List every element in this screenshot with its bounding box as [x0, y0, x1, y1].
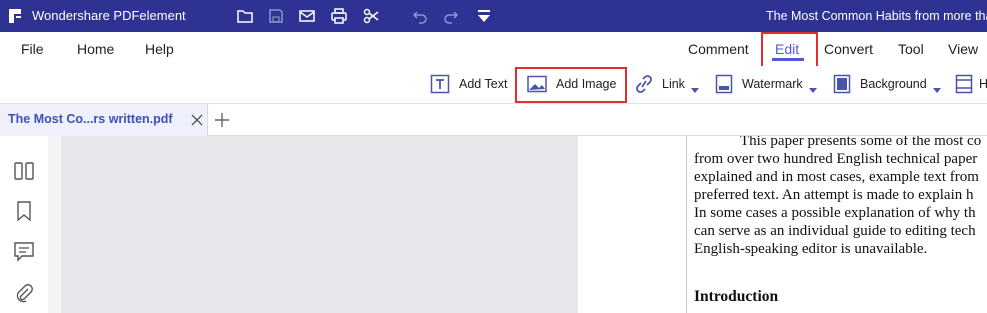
watermark-icon	[715, 74, 733, 94]
chevron-down-icon	[808, 87, 817, 93]
document-text-line: explained and in most cases, example tex…	[694, 169, 979, 185]
document-tab-label: The Most Co...rs written.pdf	[8, 112, 173, 126]
pdfelement-logo-icon	[9, 9, 21, 23]
thumbnails-icon[interactable]	[13, 160, 35, 182]
chevron-down-icon	[690, 87, 699, 93]
close-icon[interactable]	[190, 113, 204, 127]
app-title: Wondershare PDFelement	[32, 8, 186, 23]
menu-home[interactable]: Home	[77, 40, 114, 58]
link-icon	[636, 75, 652, 93]
title-bar: Wondershare PDFelement The Most Common H…	[0, 0, 987, 32]
link-button[interactable]: Link	[635, 72, 699, 96]
print-icon[interactable]	[330, 7, 348, 25]
tab-view[interactable]: View	[948, 40, 978, 58]
document-title: The Most Common Habits from more than	[766, 9, 987, 23]
document-canvas	[61, 136, 578, 313]
menu-file[interactable]: File	[21, 40, 44, 58]
menu-bar: File Home Help Comment Edit Convert Tool…	[0, 32, 987, 66]
menu-help[interactable]: Help	[145, 40, 174, 58]
add-text-button[interactable]: Add Text	[430, 72, 507, 96]
tab-tool[interactable]: Tool	[898, 40, 924, 58]
left-sidebar	[0, 136, 48, 313]
document-text-line: preferred text. An attempt is made to ex…	[694, 187, 974, 203]
add-image-highlight-box	[515, 67, 627, 103]
redo-icon[interactable]	[442, 7, 460, 25]
header-footer-icon	[955, 74, 973, 94]
undo-icon[interactable]	[411, 7, 429, 25]
document-text-line: from over two hundred English technical …	[694, 151, 978, 167]
document-text-line: In some cases a possible explanation of …	[694, 205, 976, 221]
scissors-icon[interactable]	[362, 7, 380, 25]
save-icon[interactable]	[267, 7, 285, 25]
background-icon	[833, 74, 851, 94]
email-icon[interactable]	[298, 7, 316, 25]
document-text-line: This paper presents some of the most co	[740, 136, 982, 149]
text-box-icon	[430, 74, 450, 94]
canvas-margin	[578, 136, 687, 313]
chevron-down-icon	[932, 87, 941, 93]
header-footer-label: H	[979, 77, 987, 91]
link-label: Link	[662, 77, 685, 91]
add-tab-icon[interactable]	[214, 112, 230, 128]
pdf-page[interactable]: This paper presents some of the most co …	[687, 136, 987, 313]
tab-convert[interactable]: Convert	[824, 40, 873, 58]
document-text-line: English-speaking editor is unavailable.	[694, 241, 928, 257]
document-tab-bar: The Most Co...rs written.pdf	[0, 104, 987, 136]
attachment-icon[interactable]	[13, 282, 35, 304]
document-tab[interactable]: The Most Co...rs written.pdf	[0, 104, 208, 136]
watermark-button[interactable]: Watermark	[715, 72, 817, 96]
tab-comment[interactable]: Comment	[688, 40, 749, 58]
bookmark-icon[interactable]	[13, 200, 35, 222]
sidebar-gap	[48, 136, 61, 313]
quick-access-dropdown-icon[interactable]	[475, 7, 493, 25]
watermark-label: Watermark	[742, 77, 803, 91]
header-footer-button[interactable]: H	[955, 72, 987, 96]
add-text-label: Add Text	[459, 77, 508, 91]
comment-icon[interactable]	[13, 240, 35, 262]
open-folder-icon[interactable]	[236, 7, 254, 25]
edit-toolbar: Add Text Add Image Link Watermark Backgr…	[0, 66, 987, 104]
background-button[interactable]: Background	[833, 72, 941, 96]
document-text-line: can serve as an individual guide to edit…	[694, 223, 976, 239]
edit-tab-highlight-box	[761, 32, 818, 70]
section-heading: Introduction	[694, 288, 779, 305]
background-label: Background	[860, 77, 927, 91]
